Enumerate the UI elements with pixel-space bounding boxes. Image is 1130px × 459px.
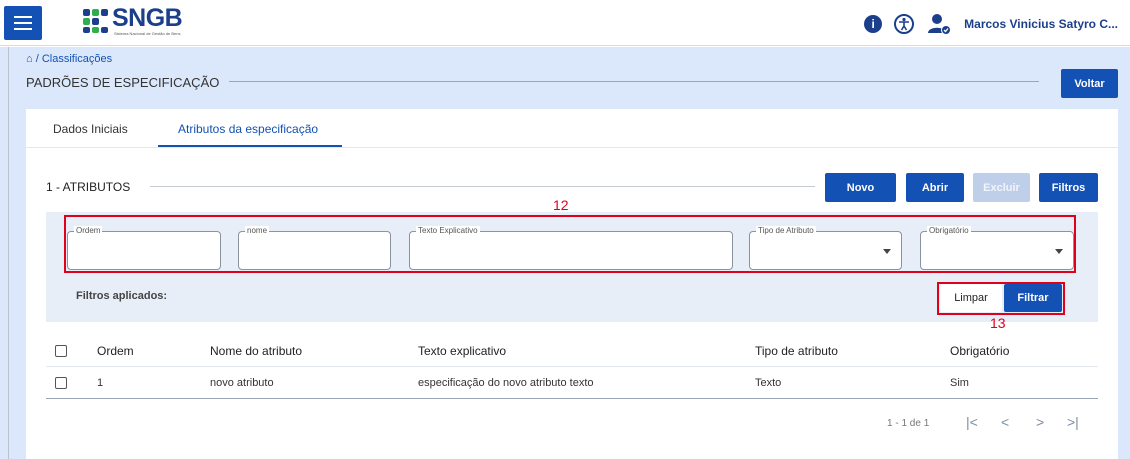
breadcrumb: ⌂ / Classificações: [26, 53, 112, 65]
pagination-range: 1 - 1 de 1: [887, 418, 930, 429]
top-icons: i Marcos Vinicius Satyro C...: [864, 11, 1118, 37]
column-header-obrigatorio[interactable]: Obrigatório: [950, 344, 1009, 358]
home-icon[interactable]: ⌂: [26, 53, 33, 65]
section-title: 1 - ATRIBUTOS: [46, 180, 141, 194]
column-header-tipo[interactable]: Tipo de atributo: [755, 344, 838, 358]
left-border: [8, 47, 9, 459]
cell-ordem: 1: [97, 377, 104, 389]
cell-texto: especificação do novo atributo texto: [418, 377, 594, 389]
info-icon[interactable]: i: [864, 15, 883, 33]
section-divider: [150, 186, 815, 187]
cell-tipo: Texto: [755, 377, 782, 389]
next-page-icon[interactable]: >: [1036, 414, 1044, 430]
delete-button[interactable]: Excluir: [973, 173, 1030, 202]
tab-dados-iniciais[interactable]: Dados Iniciais: [53, 122, 128, 136]
annotation-box-13: [937, 282, 1065, 315]
menu-icon[interactable]: [4, 6, 42, 40]
column-header-nome[interactable]: Nome do atributo: [210, 344, 302, 358]
filters-button[interactable]: Filtros: [1039, 173, 1098, 202]
cell-obrigatorio: Sim: [950, 377, 969, 389]
top-bar: SNGB Sistema Nacional de Gestão de Bens …: [0, 0, 1130, 46]
user-name[interactable]: Marcos Vinicius Satyro C...: [964, 17, 1118, 31]
open-button[interactable]: Abrir: [906, 173, 964, 202]
page-title: PADRÕES DE ESPECIFICAÇÃO: [26, 75, 230, 90]
tab-active-indicator: [158, 145, 342, 147]
column-header-texto[interactable]: Texto explicativo: [418, 344, 506, 358]
logo-mark-icon: [83, 9, 108, 33]
annotation-box-12: [64, 215, 1076, 273]
page-header: ⌂ / Classificações PADRÕES DE ESPECIFICA…: [0, 47, 1130, 109]
logo-text: SNGB: [112, 4, 183, 32]
title-divider: [214, 81, 1039, 82]
tab-atributos[interactable]: Atributos da especificação: [178, 122, 318, 136]
row-checkbox[interactable]: [55, 377, 67, 389]
breadcrumb-item[interactable]: / Classificações: [36, 53, 112, 65]
new-button[interactable]: Novo: [825, 173, 896, 202]
column-header-ordem[interactable]: Ordem: [97, 344, 134, 358]
annotation-label-13: 13: [990, 315, 1006, 331]
select-all-checkbox[interactable]: [55, 345, 67, 357]
last-page-icon[interactable]: >|: [1067, 414, 1079, 430]
first-page-icon[interactable]: |<: [966, 414, 978, 430]
accessibility-icon[interactable]: [894, 14, 915, 34]
previous-page-icon[interactable]: <: [1001, 414, 1009, 430]
filters-applied-label: Filtros aplicados:: [76, 290, 168, 302]
user-account-icon[interactable]: [926, 11, 952, 37]
cell-nome: novo atributo: [210, 377, 274, 389]
back-button[interactable]: Voltar: [1061, 69, 1118, 98]
tabs-divider: [26, 147, 1118, 148]
logo-subtitle: Sistema Nacional de Gestão de Bens: [114, 31, 181, 36]
annotation-label-12: 12: [553, 197, 569, 213]
